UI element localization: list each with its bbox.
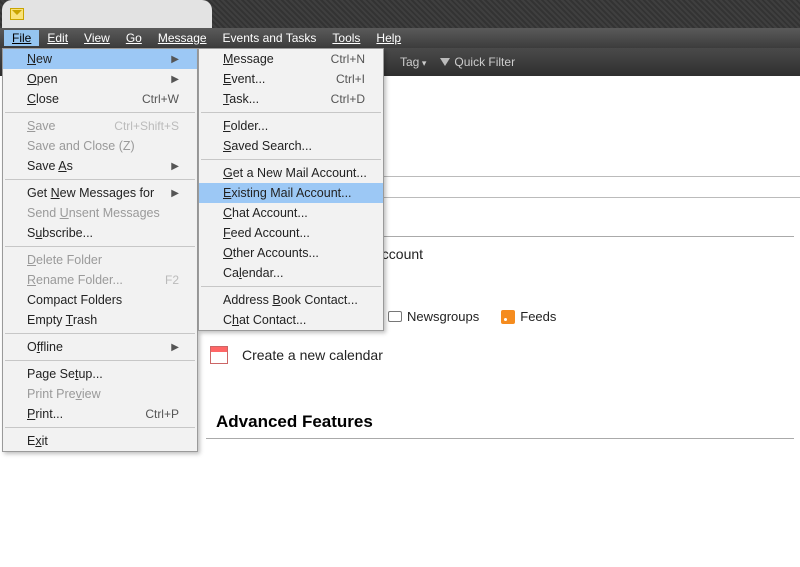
new-menu-item-message[interactable]: MessageCtrl+N [199,49,383,69]
feed-icon [501,310,515,324]
file-menu-item-new[interactable]: New▶ [3,49,197,69]
file-menu-item-separator [5,179,195,180]
file-menu-item-print[interactable]: Print...Ctrl+P [3,404,197,424]
menu-file[interactable]: File [4,30,39,46]
app-tab[interactable] [2,0,212,28]
file-menu-item-empty-trash[interactable]: Empty Trash [3,310,197,330]
file-menu-item-send-unsent-messages: Send Unsent Messages [3,203,197,223]
menu-view[interactable]: View [76,30,118,46]
menu-edit[interactable]: Edit [39,30,76,46]
file-menu-item-save: SaveCtrl+Shift+S [3,116,197,136]
chevron-right-icon: ▶ [171,54,179,65]
window-titlebar [0,0,800,28]
file-menu-item-page-setup[interactable]: Page Setup... [3,364,197,384]
menu-message[interactable]: Message [150,30,215,46]
new-menu-item-task[interactable]: Task...Ctrl+D [199,89,383,109]
new-menu-item-chat-contact[interactable]: Chat Contact... [199,310,383,330]
new-menu-item-chat-account[interactable]: Chat Account... [199,203,383,223]
create-calendar-link[interactable]: Create a new calendar [242,347,383,363]
file-menu-item-separator [5,427,195,428]
file-dropdown-menu: New▶Open▶CloseCtrl+WSaveCtrl+Shift+SSave… [2,48,198,452]
new-submenu: MessageCtrl+NEvent...Ctrl+ITask...Ctrl+D… [198,48,384,331]
create-feeds-link[interactable]: Feeds [501,309,556,324]
file-menu-item-subscribe[interactable]: Subscribe... [3,223,197,243]
new-menu-item-other-accounts[interactable]: Other Accounts... [199,243,383,263]
new-menu-item-separator [201,159,381,160]
file-menu-item-print-preview: Print Preview [3,384,197,404]
chevron-right-icon: ▶ [171,342,179,353]
new-menu-item-existing-mail-account[interactable]: Existing Mail Account... [199,183,383,203]
new-menu-item-address-book-contact[interactable]: Address Book Contact... [199,290,383,310]
funnel-icon [440,58,450,68]
calendar-icon [210,346,228,364]
file-menu-item-rename-folder: Rename Folder...F2 [3,270,197,290]
file-menu-item-get-new-messages-for[interactable]: Get New Messages for▶ [3,183,197,203]
new-menu-item-calendar[interactable]: Calendar... [199,263,383,283]
menu-help[interactable]: Help [368,30,409,46]
quick-filter-button[interactable]: Quick Filter [440,55,515,69]
file-menu-item-exit[interactable]: Exit [3,431,197,451]
file-menu-item-separator [5,360,195,361]
file-menu-item-save-as[interactable]: Save As▶ [3,156,197,176]
chevron-right-icon: ▶ [171,161,179,172]
menu-tools[interactable]: Tools [324,30,368,46]
new-menu-item-feed-account[interactable]: Feed Account... [199,223,383,243]
new-menu-item-get-a-new-mail-account[interactable]: Get a New Mail Account... [199,163,383,183]
chevron-right-icon: ▶ [171,188,179,199]
menubar: File Edit View Go Message Events and Tas… [0,28,800,48]
file-menu-item-separator [5,246,195,247]
file-menu-item-separator [5,333,195,334]
new-menu-item-separator [201,112,381,113]
new-menu-item-saved-search[interactable]: Saved Search... [199,136,383,156]
tag-dropdown[interactable]: Tag [400,55,426,69]
file-menu-item-close[interactable]: CloseCtrl+W [3,89,197,109]
file-menu-item-offline[interactable]: Offline▶ [3,337,197,357]
new-menu-item-event[interactable]: Event...Ctrl+I [199,69,383,89]
file-menu-item-compact-folders[interactable]: Compact Folders [3,290,197,310]
mail-icon [10,8,24,20]
new-menu-item-folder[interactable]: Folder... [199,116,383,136]
file-menu-item-delete-folder: Delete Folder [3,250,197,270]
menu-go[interactable]: Go [118,30,150,46]
chevron-right-icon: ▶ [171,74,179,85]
file-menu-item-open[interactable]: Open▶ [3,69,197,89]
file-menu-item-save-and-close-z: Save and Close (Z) [3,136,197,156]
advanced-heading: Advanced Features [206,400,794,439]
create-newsgroups-link[interactable]: Newsgroups [388,309,479,324]
menu-events-tasks[interactable]: Events and Tasks [215,30,325,46]
newsgroup-icon [388,311,402,322]
new-menu-item-separator [201,286,381,287]
file-menu-item-separator [5,112,195,113]
